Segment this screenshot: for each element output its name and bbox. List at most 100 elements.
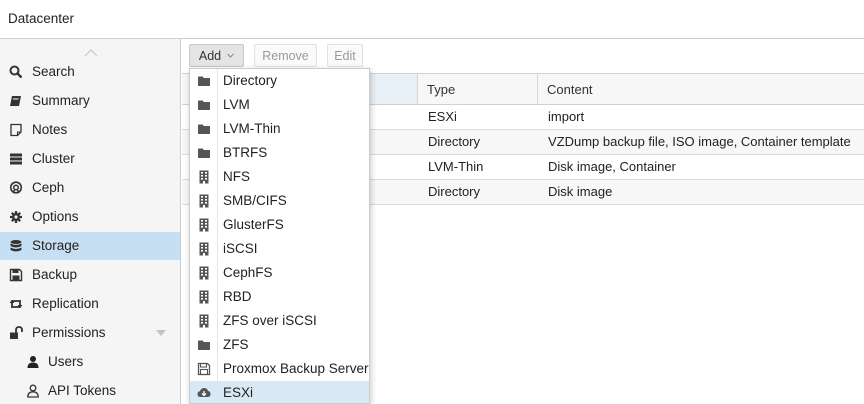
book-icon	[10, 96, 21, 106]
remove-button-label: Remove	[262, 48, 309, 63]
sidebar: Search Summary Notes Cluster Ceph Option…	[0, 39, 181, 404]
sidebar-item-label: Summary	[32, 93, 90, 108]
remove-button[interactable]: Remove	[254, 44, 317, 67]
floppy-icon	[197, 362, 211, 376]
edit-button[interactable]: Edit	[327, 44, 363, 67]
sidebar-item-label: Notes	[32, 122, 68, 137]
menu-item-rbd[interactable]: RBD	[190, 285, 369, 309]
menu-item-lvm[interactable]: LVM	[190, 93, 369, 117]
sidebar-item-label: Options	[32, 209, 79, 224]
note-icon	[10, 123, 22, 137]
menu-item-label: CephFS	[223, 265, 273, 280]
menu-item-zfs[interactable]: ZFS	[190, 333, 369, 357]
chevron-down-icon	[227, 53, 234, 58]
folder-icon	[198, 124, 210, 134]
search-icon	[9, 65, 23, 79]
server-icon	[10, 153, 22, 165]
building-icon	[199, 290, 209, 304]
sidebar-item-label: Search	[32, 64, 75, 79]
building-icon	[199, 194, 209, 208]
menu-item-label: RBD	[223, 289, 252, 304]
content-cell: Disk image	[548, 184, 613, 199]
menu-item-label: BTRFS	[223, 145, 268, 160]
gear-icon	[10, 211, 22, 223]
floppy-icon	[9, 268, 23, 282]
sidebar-item-replication[interactable]: Replication	[0, 290, 180, 318]
menu-item-label: LVM	[223, 97, 250, 112]
menu-item-label: Directory	[223, 73, 278, 88]
type-cell: Directory	[428, 134, 481, 149]
type-cell: ESXi	[428, 109, 457, 124]
column-header-content[interactable]: Content	[538, 74, 864, 104]
user-outline-icon	[27, 384, 39, 398]
menu-item-cephfs[interactable]: CephFS	[190, 261, 369, 285]
sidebar-item-label: Cluster	[32, 151, 75, 166]
sidebar-item-ceph[interactable]: Ceph	[0, 174, 180, 202]
content-cell: Disk image, Container	[548, 159, 676, 174]
folder-icon	[198, 76, 210, 86]
database-icon	[10, 240, 22, 252]
sidebar-item-label: Backup	[32, 267, 78, 282]
menu-item-label: ZFS over iSCSI	[223, 313, 317, 328]
building-icon	[199, 266, 209, 280]
sidebar-item-notes[interactable]: Notes	[0, 116, 180, 144]
menu-item-label: LVM-Thin	[223, 121, 281, 136]
building-icon	[199, 314, 209, 328]
page-title: Datacenter	[8, 11, 75, 26]
retweet-icon	[9, 300, 23, 308]
menu-item-label: SMB/CIFS	[223, 193, 287, 208]
menu-item-label: GlusterFS	[223, 217, 284, 232]
add-button[interactable]: Add	[189, 44, 244, 67]
sidebar-item-label: Users	[48, 354, 84, 369]
sidebar-item-search[interactable]: Search	[0, 58, 180, 86]
column-header-type[interactable]: Type	[418, 74, 538, 104]
building-icon	[199, 218, 209, 232]
menu-item-iscsi[interactable]: iSCSI	[190, 237, 369, 261]
sidebar-item-summary[interactable]: Summary	[0, 87, 180, 115]
unlock-icon	[10, 326, 23, 339]
header-bar: Datacenter	[0, 0, 864, 39]
sidebar-item-label: Replication	[32, 296, 99, 311]
content-cell: import	[548, 109, 585, 124]
menu-item-nfs[interactable]: NFS	[190, 165, 369, 189]
building-icon	[199, 242, 209, 256]
type-cell: LVM-Thin	[428, 159, 484, 174]
menu-item-proxmox-backup-server[interactable]: Proxmox Backup Server	[190, 357, 369, 381]
menu-item-zfs-over-iscsi[interactable]: ZFS over iSCSI	[190, 309, 369, 333]
add-storage-menu: Directory LVM LVM-Thin BTRFS NFS SMB/CIF…	[189, 68, 370, 404]
menu-item-label: Proxmox Backup Server	[223, 361, 369, 376]
menu-item-lvm-thin[interactable]: LVM-Thin	[190, 117, 369, 141]
sidebar-item-label: API Tokens	[48, 383, 117, 398]
user-icon	[27, 356, 39, 368]
folder-icon	[198, 340, 210, 350]
menu-item-label: NFS	[223, 169, 250, 184]
menu-item-label: ESXi	[223, 385, 254, 400]
sidebar-item-api-tokens[interactable]: API Tokens	[0, 377, 180, 404]
collapse-caret-icon[interactable]	[156, 330, 166, 336]
sidebar-item-cluster[interactable]: Cluster	[0, 145, 180, 173]
ceph-icon	[9, 181, 23, 194]
building-icon	[199, 170, 209, 184]
content-cell: VZDump backup file, ISO image, Container…	[548, 134, 851, 149]
add-button-label: Add	[198, 48, 222, 63]
edit-button-label: Edit	[334, 48, 356, 63]
type-cell: Directory	[428, 184, 481, 199]
sidebar-item-storage[interactable]: Storage	[0, 232, 180, 260]
sidebar-item-options[interactable]: Options	[0, 203, 180, 231]
menu-item-label: iSCSI	[223, 241, 258, 256]
menu-item-glusterfs[interactable]: GlusterFS	[190, 213, 369, 237]
menu-item-btrfs[interactable]: BTRFS	[190, 141, 369, 165]
sidebar-item-label: Storage	[32, 238, 80, 253]
sidebar-item-label: Permissions	[32, 325, 106, 340]
menu-item-directory[interactable]: Directory	[190, 69, 369, 93]
menu-item-label: ZFS	[223, 337, 249, 352]
menu-item-smb-cifs[interactable]: SMB/CIFS	[190, 189, 369, 213]
sidebar-item-permissions[interactable]: Permissions	[0, 319, 180, 347]
cloud-download-icon	[197, 388, 211, 397]
sidebar-item-label: Ceph	[32, 180, 65, 195]
folder-icon	[198, 148, 210, 158]
folder-icon	[198, 100, 210, 110]
sidebar-item-backup[interactable]: Backup	[0, 261, 180, 289]
menu-item-esxi[interactable]: ESXi	[190, 381, 369, 403]
sidebar-item-users[interactable]: Users	[0, 348, 180, 376]
